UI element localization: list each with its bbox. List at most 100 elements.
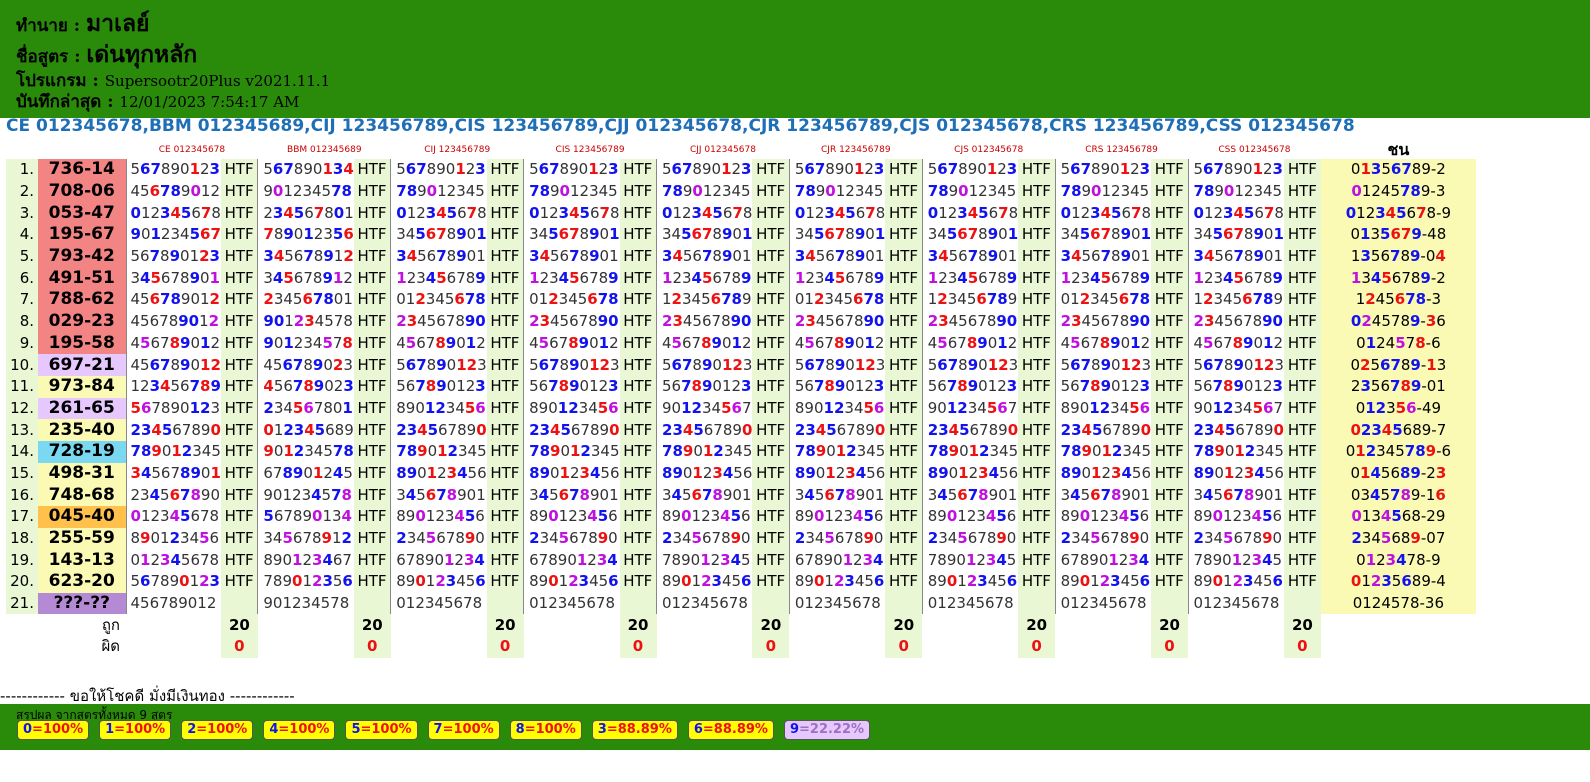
count-value: 0 bbox=[353, 636, 391, 658]
badge-digit: 0 bbox=[23, 722, 33, 737]
digit-sequence: 234567890 bbox=[788, 419, 886, 441]
htf-cell: HTF bbox=[619, 571, 657, 593]
htf-cell: HTF bbox=[1151, 484, 1188, 506]
htf-cell: HTF bbox=[752, 484, 790, 506]
digit-sequence: 890123456 bbox=[788, 506, 886, 528]
blank-cell bbox=[922, 614, 1018, 636]
result-set: 0256789-13 bbox=[1320, 354, 1476, 376]
prize-number: 045-40 bbox=[38, 506, 126, 528]
htf-cell: HTF bbox=[1018, 159, 1056, 181]
htf-cell: HTF bbox=[619, 310, 657, 333]
prize-number: 788-62 bbox=[38, 289, 126, 311]
htf-cell bbox=[486, 592, 524, 615]
digit-sequence: 890123456 bbox=[390, 571, 487, 593]
count-value: 0 bbox=[1151, 636, 1188, 658]
digit-sequence: 456789012 bbox=[125, 289, 221, 311]
htf-cell: HTF bbox=[1151, 419, 1188, 441]
prize-number: 195-58 bbox=[38, 332, 126, 355]
prize-number: 498-31 bbox=[38, 462, 126, 485]
blank-cell bbox=[1055, 614, 1151, 636]
digit-sequence: 890123456 bbox=[1054, 571, 1151, 593]
digit-sequence: 456789023 bbox=[257, 354, 354, 376]
htf-cell bbox=[752, 592, 790, 615]
digit-sequence: 567890134 bbox=[257, 159, 354, 181]
formula-column-header: CE 012345678 bbox=[158, 145, 226, 155]
htf-cell: HTF bbox=[486, 440, 524, 463]
digit-sequence: 567890123 bbox=[390, 354, 487, 376]
digit-sequence: 890123456 bbox=[656, 571, 753, 593]
result-set: 1356789-04 bbox=[1320, 245, 1476, 268]
digit-sequence: 890123456 bbox=[125, 527, 221, 550]
digit-sequence: 678901234 bbox=[788, 549, 886, 572]
digit-sequence: 345678901 bbox=[125, 462, 221, 485]
htf-cell: HTF bbox=[1018, 180, 1056, 203]
digit-sequence: 456789012 bbox=[390, 332, 487, 355]
htf-cell: HTF bbox=[1151, 375, 1188, 398]
digit-sequence: 345678901 bbox=[523, 224, 620, 246]
htf-cell: HTF bbox=[752, 159, 790, 181]
digit-sequence: 234567801 bbox=[257, 397, 354, 420]
result-set: 0145689-23 bbox=[1320, 462, 1476, 485]
htf-cell: HTF bbox=[1018, 484, 1056, 506]
htf-cell: HTF bbox=[752, 245, 790, 268]
htf-cell: HTF bbox=[1283, 202, 1321, 225]
table-row: 4. 195-67 901234567 HTF 789012356 HTF 34567890… bbox=[6, 224, 1476, 246]
htf-cell: HTF bbox=[486, 159, 524, 181]
digit-sequence: 234567890 bbox=[656, 527, 753, 550]
htf-cell: HTF bbox=[1283, 310, 1321, 333]
table-row: 18. 255-59 890123456 HTF 345678912 HTF 2345678… bbox=[6, 527, 1476, 550]
badge-percent: =100% bbox=[32, 722, 84, 737]
formula-column-header: CJS 012345678 bbox=[954, 145, 1024, 155]
htf-cell: HTF bbox=[619, 224, 657, 246]
htf-cell: HTF bbox=[486, 375, 524, 398]
htf-cell: HTF bbox=[220, 375, 258, 398]
result-set: 0345789-16 bbox=[1320, 484, 1476, 506]
prize-number: 728-19 bbox=[38, 440, 126, 463]
blank-cell bbox=[657, 614, 753, 636]
formula-code: CJS 012345678 bbox=[899, 116, 1043, 136]
table-row: 6. 491-51 345678901 HTF 345678912 HTF 12345678… bbox=[6, 267, 1476, 290]
prize-number: 143-13 bbox=[38, 549, 126, 572]
badge-digit: 3 bbox=[597, 722, 607, 737]
htf-cell: HTF bbox=[353, 289, 391, 311]
digit-sequence: 789012345 bbox=[1054, 440, 1151, 463]
result-set: 0124578-36 bbox=[1320, 592, 1476, 615]
htf-cell: HTF bbox=[619, 245, 657, 268]
digit-sequence: 345678901 bbox=[1187, 224, 1284, 246]
blank-cell bbox=[6, 141, 38, 159]
htf-cell: HTF bbox=[353, 506, 391, 528]
digit-sequence: 890123456 bbox=[921, 462, 1019, 485]
digit-sequence: 012345678 bbox=[390, 202, 487, 225]
htf-cell: HTF bbox=[619, 180, 657, 203]
htf-cell: HTF bbox=[353, 549, 391, 572]
digit-sequence: 012345678 bbox=[1054, 592, 1151, 615]
row-number: 2. bbox=[6, 180, 38, 203]
htf-cell: HTF bbox=[486, 245, 524, 268]
digit-sequence: 123456789 bbox=[1054, 267, 1151, 290]
htf-cell: HTF bbox=[486, 571, 524, 593]
blank-cell bbox=[524, 636, 620, 658]
digit-sequence: 789012345 bbox=[523, 180, 620, 203]
htf-cell: HTF bbox=[1283, 440, 1321, 463]
htf-cell: HTF bbox=[885, 354, 923, 376]
digit-sequence: 123456789 bbox=[656, 267, 753, 290]
formula-code: CJR 123456789 bbox=[748, 116, 893, 136]
digit-sequence: 567890123 bbox=[656, 375, 753, 398]
badge-percent: =88.89% bbox=[606, 722, 672, 737]
table-row: 7. 788-62 456789012 HTF 234567801 HTF 01234567… bbox=[6, 289, 1476, 311]
digit-sequence: 123456789 bbox=[1187, 289, 1284, 311]
digit-sequence: 890123456 bbox=[523, 571, 620, 593]
row-number: 17. bbox=[6, 506, 38, 528]
result-set: 0123478-9 bbox=[1320, 549, 1476, 572]
htf-cell: HTF bbox=[1151, 527, 1188, 550]
digit-sequence: 901234578 bbox=[257, 310, 354, 333]
htf-cell: HTF bbox=[752, 462, 790, 485]
htf-cell: HTF bbox=[353, 332, 391, 355]
digit-sequence: 123456789 bbox=[1187, 267, 1284, 290]
table-row: 2. 708-06 456789012 HTF 901234578 HTF 78901234… bbox=[6, 180, 1476, 203]
htf-cell: HTF bbox=[752, 397, 790, 420]
formula-code: CE 012345678 bbox=[6, 116, 143, 136]
count-value: 0 bbox=[619, 636, 657, 658]
htf-cell bbox=[353, 592, 391, 615]
digit-sequence: 890123456 bbox=[788, 571, 886, 593]
